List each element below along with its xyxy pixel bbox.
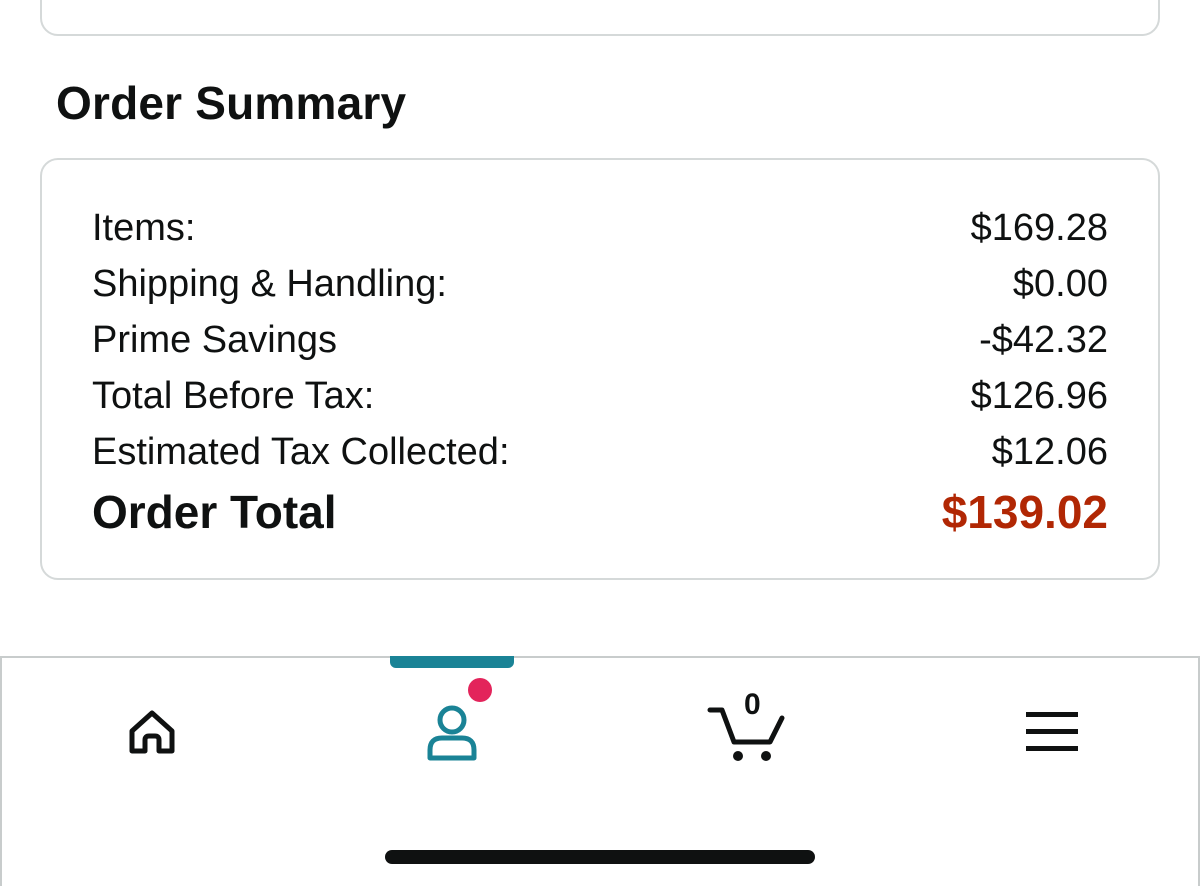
items-label: Items:	[92, 207, 196, 249]
estimated-tax-value: $12.06	[991, 431, 1108, 473]
shipping-label: Shipping & Handling:	[92, 263, 447, 305]
checkout-page: Order Summary Items: $169.28 Shipping & …	[0, 0, 1200, 886]
nav-menu-button[interactable]	[1012, 694, 1092, 774]
active-tab-indicator	[390, 656, 514, 668]
summary-row-estimated-tax: Estimated Tax Collected: $12.06	[92, 424, 1108, 480]
nav-cart-button[interactable]: 0	[707, 688, 788, 774]
summary-row-shipping: Shipping & Handling: $0.00	[92, 256, 1108, 312]
nav-home-button[interactable]	[112, 694, 192, 774]
summary-row-order-total: Order Total $139.02	[92, 480, 1108, 544]
system-home-indicator[interactable]	[385, 850, 815, 864]
order-summary-title: Order Summary	[56, 77, 407, 129]
user-icon	[422, 700, 482, 769]
nav-account-button[interactable]	[412, 678, 492, 774]
estimated-tax-label: Estimated Tax Collected:	[92, 431, 510, 473]
shipping-value: $0.00	[1012, 263, 1108, 305]
prime-savings-value: -$42.32	[979, 319, 1108, 361]
total-before-tax-value: $126.96	[970, 375, 1108, 417]
total-before-tax-label: Total Before Tax:	[92, 375, 375, 417]
previous-section-card	[40, 0, 1160, 36]
prime-savings-label: Prime Savings	[92, 319, 337, 361]
home-icon	[124, 704, 180, 765]
items-value: $169.28	[970, 207, 1108, 249]
order-summary-card: Items: $169.28 Shipping & Handling: $0.0…	[40, 158, 1160, 580]
summary-row-items: Items: $169.28	[92, 200, 1108, 256]
order-total-label: Order Total	[92, 486, 337, 538]
summary-row-total-before-tax: Total Before Tax: $126.96	[92, 368, 1108, 424]
summary-row-prime-savings: Prime Savings -$42.32	[92, 312, 1108, 368]
cart-count-badge: 0	[744, 688, 761, 721]
hamburger-menu-icon	[1024, 708, 1080, 761]
notification-dot	[468, 678, 492, 702]
order-total-value: $139.02	[941, 486, 1108, 538]
